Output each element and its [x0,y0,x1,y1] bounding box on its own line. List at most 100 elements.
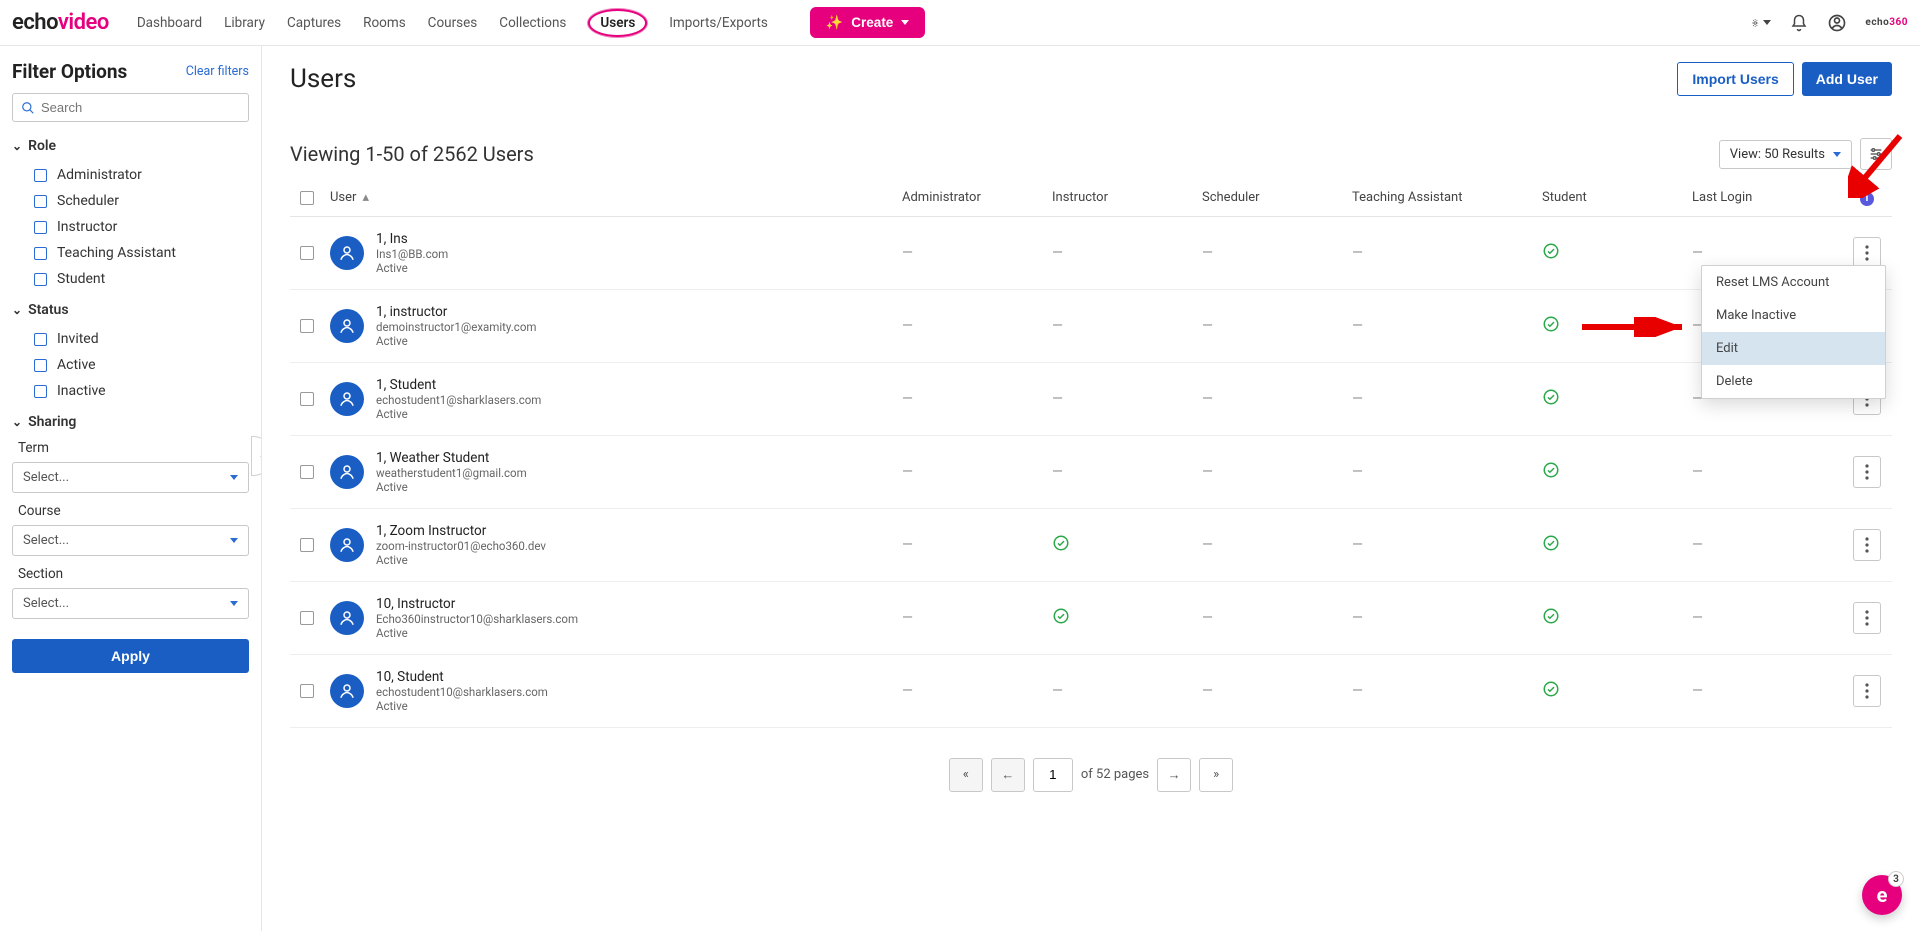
user-name[interactable]: 1, Ins [376,231,448,247]
empty-cell: — [1202,464,1352,480]
pager-page-input[interactable] [1033,758,1073,792]
row-checkbox[interactable] [300,611,314,625]
user-name[interactable]: 1, instructor [376,304,536,320]
chevron-down-icon [230,538,238,543]
filter-role-administrator[interactable]: Administrator [12,162,249,188]
user-status: Active [376,261,448,275]
sidebar-collapse-handle[interactable]: ‹ [251,436,262,476]
col-ta[interactable]: Teaching Assistant [1352,190,1542,205]
nav-users[interactable]: Users [588,9,647,37]
add-user-button[interactable]: Add User [1802,62,1892,96]
top-nav: echovideo Dashboard Library Captures Roo… [0,0,1920,46]
check-icon [1542,242,1692,264]
filter-role-scheduler[interactable]: Scheduler [12,188,249,214]
row-checkbox[interactable] [300,246,314,260]
empty-cell: — [1052,391,1202,407]
section-status[interactable]: ⌄ Status [12,302,249,318]
filter-status-active[interactable]: Active [12,352,249,378]
avatar [330,455,364,489]
help-badge[interactable]: e 3 [1862,875,1902,915]
table-body: 1, Ins Ins1@BB.com Active — — — — — Rese… [290,217,1892,728]
row-more-button[interactable] [1853,602,1881,634]
annotation-arrow-to-edit [1582,317,1692,337]
course-select[interactable]: Select... [12,525,249,556]
pager-next-button[interactable]: → [1157,758,1191,792]
filter-status-invited[interactable]: Invited [12,326,249,352]
row-more-button[interactable] [1853,529,1881,561]
user-name[interactable]: 1, Weather Student [376,450,527,466]
filter-title: Filter Options [12,60,127,83]
checkbox-icon [34,359,47,372]
row-checkbox[interactable] [300,392,314,406]
row-more-button[interactable] [1853,675,1881,707]
table-header: User ▴ Administrator Instructor Schedule… [290,180,1892,217]
ctx-item-reset-lms-account[interactable]: Reset LMS Account [1702,266,1885,299]
user-name[interactable]: 1, Zoom Instructor [376,523,546,539]
term-select[interactable]: Select... [12,462,249,493]
nav-dashboard[interactable]: Dashboard [137,15,202,31]
user-status: Active [376,480,527,494]
sharing-label: Sharing [28,414,76,430]
account-icon[interactable] [1827,13,1847,33]
view-results-dropdown[interactable]: View: 50 Results [1719,140,1852,169]
last-login-cell: — [1692,683,1842,699]
filter-role-ta[interactable]: Teaching Assistant [12,240,249,266]
create-button[interactable]: ✨ Create [810,7,925,38]
user-name[interactable]: 1, Student [376,377,541,393]
search-input[interactable] [41,100,240,115]
row-checkbox[interactable] [300,319,314,333]
empty-cell: — [902,245,1052,261]
row-more-button[interactable] [1853,456,1881,488]
nav-courses[interactable]: Courses [428,15,478,31]
col-administrator[interactable]: Administrator [902,190,1052,205]
clear-filters-link[interactable]: Clear filters [186,64,249,79]
section-role[interactable]: ⌄ Role [12,138,249,154]
bell-icon[interactable] [1789,13,1809,33]
col-scheduler[interactable]: Scheduler [1202,190,1352,205]
search-input-wrap[interactable] [12,93,249,122]
col-student[interactable]: Student [1542,190,1692,205]
ctx-item-edit[interactable]: Edit [1702,332,1885,365]
col-instructor[interactable]: Instructor [1052,190,1202,205]
row-more-button[interactable] [1853,237,1881,269]
pager-prev-button[interactable]: ← [991,758,1025,792]
empty-cell: — [1202,610,1352,626]
pager-first-button[interactable]: « [949,758,983,792]
row-checkbox[interactable] [300,465,314,479]
row-checkbox[interactable] [300,538,314,552]
table-row: 1, Zoom Instructor zoom-instructor01@ech… [290,509,1892,582]
content: Users Import Users Add User Viewing 1-50… [262,46,1920,931]
settings-dropdown-icon[interactable] [1751,13,1771,33]
logo[interactable]: echovideo [12,10,109,35]
filter-role-instructor[interactable]: Instructor [12,214,249,240]
section-sharing[interactable]: ⌄ Sharing [12,414,249,430]
nav-imports-exports[interactable]: Imports/Exports [669,15,768,31]
nav-library[interactable]: Library [224,15,265,31]
nav-rooms[interactable]: Rooms [363,15,406,31]
ctx-item-delete[interactable]: Delete [1702,365,1885,398]
pager-last-button[interactable]: » [1199,758,1233,792]
user-email: zoom-instructor01@echo360.dev [376,539,546,553]
filter-role-student[interactable]: Student [12,266,249,292]
col-lastlogin[interactable]: Last Login [1692,190,1842,205]
nav-captures[interactable]: Captures [287,15,341,31]
annotation-arrow-to-more [1848,128,1908,198]
ctx-item-make-inactive[interactable]: Make Inactive [1702,299,1885,332]
select-all-checkbox[interactable] [300,191,314,205]
pager: « ← of 52 pages → » [290,758,1892,792]
user-name[interactable]: 10, Student [376,669,548,685]
chevron-down-icon [901,20,909,25]
checkbox-icon [34,169,47,182]
nav-collections[interactable]: Collections [499,15,566,31]
apply-button[interactable]: Apply [12,639,249,673]
empty-cell: — [1052,245,1202,261]
import-users-button[interactable]: Import Users [1677,62,1793,96]
empty-cell: — [902,464,1052,480]
col-user[interactable]: User [330,190,356,205]
last-login-cell: — [1692,537,1842,553]
empty-cell: — [1202,245,1352,261]
filter-status-inactive[interactable]: Inactive [12,378,249,404]
row-checkbox[interactable] [300,684,314,698]
section-select[interactable]: Select... [12,588,249,619]
user-name[interactable]: 10, Instructor [376,596,578,612]
